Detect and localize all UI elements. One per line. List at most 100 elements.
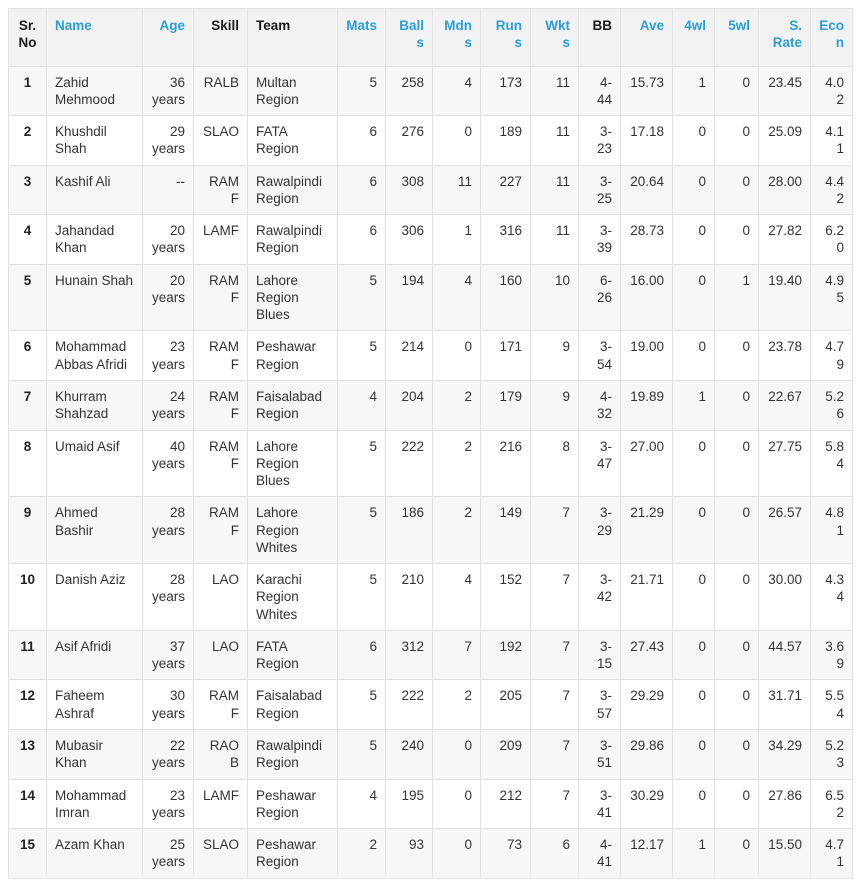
- cell-econ: 4.34: [810, 563, 853, 631]
- cell-skill: SLAO: [193, 115, 248, 166]
- cell-runs: 179: [480, 379, 531, 431]
- cell-mdns: 7: [432, 629, 481, 681]
- cell-team: Peshawar Region: [247, 330, 338, 381]
- cell-skill: RAMF: [193, 263, 248, 332]
- cell-bb: 3- 54: [578, 330, 621, 381]
- cell-fourwl: 0: [672, 263, 715, 332]
- cell-ave: 16.00: [620, 263, 673, 332]
- table-row: 11 Asif Afridi 37 years LAO FATA Region 6 312 7 1…: [8, 629, 853, 681]
- age-value: 22: [169, 737, 185, 753]
- cell-mdns: 0: [432, 115, 481, 166]
- column-header-mdns[interactable]: Mdns: [432, 8, 481, 67]
- cell-mdns: 2: [432, 379, 481, 431]
- cell-wkts: 11: [530, 214, 579, 265]
- cell-name[interactable]: Mohammad Imran: [46, 778, 143, 830]
- cell-name[interactable]: Umaid Asif: [46, 429, 143, 498]
- column-header-age[interactable]: Age: [142, 8, 194, 67]
- cell-fivewl: 0: [714, 164, 759, 216]
- bb-runs: 15: [596, 656, 612, 672]
- cell-ave: 20.64: [620, 164, 673, 216]
- cell-balls: 312: [385, 629, 433, 681]
- cell-name[interactable]: Azam Khan: [46, 828, 143, 879]
- age-value: 37: [169, 638, 185, 654]
- column-header-srate[interactable]: S. Rate: [758, 8, 811, 67]
- column-header-team: Team: [247, 8, 338, 67]
- cell-name[interactable]: Jahandad Khan: [46, 214, 143, 265]
- bb-runs: 41: [596, 804, 612, 820]
- cell-name[interactable]: Ahmed Bashir: [46, 496, 143, 565]
- table-row: 1 Zahid Mehmood 36 years RALB Multan Region 5 2…: [8, 65, 853, 117]
- cell-wkts: 9: [530, 330, 579, 381]
- table-row: 10 Danish Aziz 28 years LAO Karachi Region Wh…: [8, 563, 853, 631]
- column-header-runs[interactable]: Runs: [480, 8, 531, 67]
- age-value: 40: [169, 438, 185, 454]
- column-header-wkts[interactable]: Wkts: [530, 8, 579, 67]
- cell-balls: 276: [385, 115, 433, 166]
- cell-name[interactable]: Mohammad Abbas Afridi: [46, 330, 143, 381]
- cell-srno: 7: [8, 379, 47, 431]
- cell-balls: 194: [385, 263, 433, 332]
- cell-name[interactable]: Khurram Shahzad: [46, 379, 143, 431]
- cell-fivewl: 0: [714, 330, 759, 381]
- cell-bb: 3- 47: [578, 429, 621, 498]
- column-header-4wl[interactable]: 4wl: [672, 8, 715, 67]
- cell-name[interactable]: Danish Aziz: [46, 563, 143, 631]
- cell-age: 23 years: [142, 778, 194, 830]
- cell-runs: 227: [480, 164, 531, 216]
- bb-runs: 39: [596, 240, 612, 256]
- cell-wkts: 8: [530, 429, 579, 498]
- age-value: 28: [169, 505, 185, 521]
- cell-ave: 19.00: [620, 330, 673, 381]
- cell-bb: 3- 29: [578, 496, 621, 565]
- cell-name[interactable]: Khushdil Shah: [46, 115, 143, 166]
- cell-srate: 28.00: [758, 164, 811, 216]
- cell-age: 22 years: [142, 728, 194, 780]
- age-value: 20: [169, 223, 185, 239]
- cell-mats: 5: [337, 330, 386, 381]
- cell-balls: 258: [385, 65, 433, 117]
- bb-runs: 32: [596, 406, 612, 422]
- cell-name[interactable]: Asif Afridi: [46, 629, 143, 681]
- cell-name[interactable]: Faheem Ashraf: [46, 679, 143, 730]
- column-header-ave[interactable]: Ave: [620, 8, 673, 67]
- cell-ave: 12.17: [620, 828, 673, 879]
- bb-wickets: 3-: [599, 223, 612, 239]
- cell-srno: 1: [8, 65, 47, 117]
- cell-ave: 27.43: [620, 629, 673, 681]
- cell-name[interactable]: Kashif Ali: [46, 164, 143, 216]
- cell-skill: LAMF: [193, 778, 248, 830]
- cell-age: 20 years: [142, 263, 194, 332]
- cell-mdns: 2: [432, 496, 481, 565]
- column-header-mats[interactable]: Mats: [337, 8, 386, 67]
- cell-name[interactable]: Mubasir Khan: [46, 728, 143, 780]
- column-header-srno: Sr. No: [8, 8, 47, 67]
- cell-age: 28 years: [142, 496, 194, 565]
- table-row: 13 Mubasir Khan 22 years RAOB Rawalpindi Regi…: [8, 728, 853, 780]
- column-header-name[interactable]: Name: [46, 8, 143, 67]
- cell-econ: 5.84: [810, 429, 853, 498]
- bb-runs: 41: [596, 854, 612, 870]
- bb-wickets: 3-: [599, 339, 612, 355]
- table-row: 14 Mohammad Imran 23 years LAMF Peshawar Regi…: [8, 778, 853, 830]
- cell-bb: 3- 25: [578, 164, 621, 216]
- cell-name[interactable]: Hunain Shah: [46, 263, 143, 332]
- age-value: 20: [169, 272, 185, 288]
- cell-srno: 8: [8, 429, 47, 498]
- cell-bb: 6- 26: [578, 263, 621, 332]
- table-row: 12 Faheem Ashraf 30 years RAMF Faisalabad Reg…: [8, 679, 853, 730]
- table-row: 2 Khushdil Shah 29 years SLAO FATA Region 6 276…: [8, 115, 853, 166]
- column-header-balls[interactable]: Balls: [385, 8, 433, 67]
- cell-skill: RAMF: [193, 679, 248, 730]
- cell-mats: 5: [337, 263, 386, 332]
- cell-mats: 5: [337, 563, 386, 631]
- table-row: 5 Hunain Shah 20 years RAMF Lahore Region Blu…: [8, 263, 853, 332]
- cell-name[interactable]: Zahid Mehmood: [46, 65, 143, 117]
- bb-runs: 47: [596, 455, 612, 471]
- cell-srno: 9: [8, 496, 47, 565]
- cell-econ: 4.95: [810, 263, 853, 332]
- cell-runs: 160: [480, 263, 531, 332]
- cell-team: Rawalpindi Region: [247, 728, 338, 780]
- column-header-econ[interactable]: Econ: [810, 8, 853, 67]
- age-unit: years: [151, 589, 185, 605]
- column-header-5wl[interactable]: 5wl: [714, 8, 759, 67]
